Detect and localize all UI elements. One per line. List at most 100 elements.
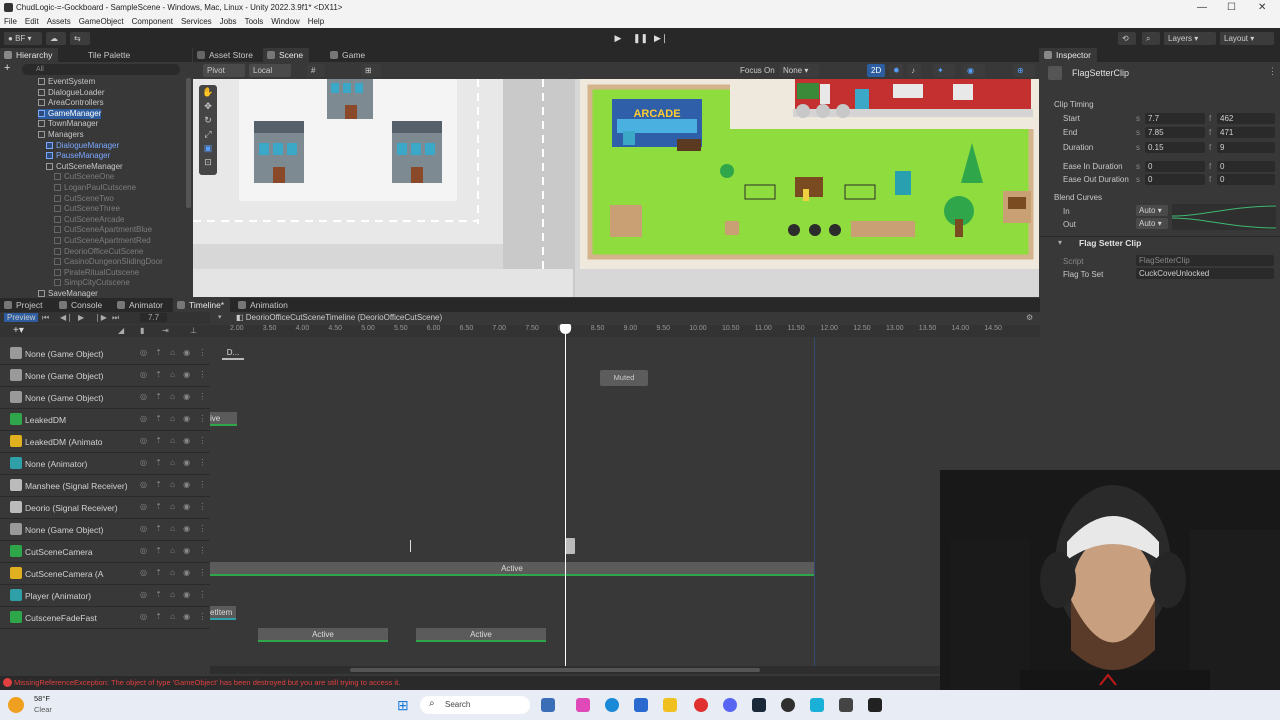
rotate-tool-icon[interactable]: ↻ bbox=[199, 113, 217, 127]
hierarchy-item[interactable]: DialogueLoader bbox=[38, 88, 105, 99]
collab-icon[interactable]: ⇆ bbox=[70, 32, 90, 45]
hand-tool-icon[interactable]: ✋ bbox=[199, 85, 217, 99]
minimize-icon[interactable]: — bbox=[1197, 0, 1207, 15]
track-controls-icon[interactable]: ◎ ⇡ ⌂ ◉ ⋮ bbox=[140, 546, 209, 555]
hierarchy-item[interactable]: CutSceneApartmentRed bbox=[54, 236, 151, 247]
tab-inspector[interactable]: Inspector bbox=[1040, 48, 1097, 62]
timeline-track[interactable]: CutSceneCamera (A ◎ ⇡ ⌂ ◉ ⋮ bbox=[0, 563, 210, 585]
clip-track1[interactable]: D... bbox=[222, 346, 244, 360]
playhead-handle[interactable] bbox=[560, 324, 571, 334]
ripple-icon[interactable]: ⇥ bbox=[162, 326, 169, 335]
menu-item-edit[interactable]: Edit bbox=[21, 15, 43, 28]
hierarchy-item[interactable]: PirateRitualCutscene bbox=[54, 268, 139, 279]
track-controls-icon[interactable]: ◎ ⇡ ⌂ ◉ ⋮ bbox=[140, 348, 209, 357]
play-button[interactable]: ▶ bbox=[611, 31, 625, 45]
timeline-track[interactable]: Deorio (Signal Receiver) ◎ ⇡ ⌂ ◉ ⋮ bbox=[0, 497, 210, 519]
hierarchy-item[interactable]: SimpCityCutscene bbox=[54, 278, 130, 289]
rect-tool-icon[interactable]: ▣ bbox=[199, 141, 217, 155]
visibility-icon[interactable]: ◉ bbox=[963, 64, 985, 77]
start-seconds-field[interactable]: 7.7 bbox=[1145, 113, 1205, 124]
tab-project[interactable]: Project bbox=[0, 298, 48, 312]
timeline-track[interactable]: None (Game Object) ◎ ⇡ ⌂ ◉ ⋮ bbox=[0, 365, 210, 387]
playhead-line[interactable] bbox=[565, 325, 566, 667]
menu-item-file[interactable]: File bbox=[0, 15, 21, 28]
timeline-scroll-thumb[interactable] bbox=[350, 668, 760, 672]
2d-toggle[interactable]: 2D bbox=[867, 64, 885, 77]
error-message[interactable]: MissingReferenceException: The object of… bbox=[14, 678, 400, 687]
timeline-track[interactable]: None (Game Object) ◎ ⇡ ⌂ ◉ ⋮ bbox=[0, 387, 210, 409]
step-button[interactable]: ▶❘ bbox=[654, 31, 668, 45]
windows-start-icon[interactable]: ⊞ bbox=[397, 697, 413, 713]
menu-item-component[interactable]: Component bbox=[128, 15, 177, 28]
in-curve-dropdown[interactable]: Auto ▾ bbox=[1136, 205, 1168, 216]
menu-item-gameobject[interactable]: GameObject bbox=[75, 15, 128, 28]
timeline-track[interactable]: CutsceneFadeFast ◎ ⇡ ⌂ ◉ ⋮ bbox=[0, 607, 210, 629]
snap-icon[interactable]: ⊞ bbox=[361, 64, 381, 77]
kebab-icon[interactable]: ⋮ bbox=[1268, 66, 1277, 77]
layout-dropdown[interactable]: Layout ▾ bbox=[1220, 32, 1274, 45]
widgets-icon[interactable] bbox=[541, 698, 555, 712]
timeline-track[interactable]: LeakedDM ◎ ⇡ ⌂ ◉ ⋮ bbox=[0, 409, 210, 431]
focus-on-dropdown[interactable]: None ▾ bbox=[779, 64, 819, 77]
menu-item-assets[interactable]: Assets bbox=[43, 15, 75, 28]
gizmos-icon[interactable]: ⊕ bbox=[1013, 64, 1035, 77]
clip-area[interactable]: D... Muted ive Active etItem Active Acti… bbox=[210, 324, 1040, 667]
marker-icon[interactable]: ⊥ bbox=[190, 326, 197, 335]
local-toggle[interactable]: Local bbox=[249, 64, 291, 77]
unity-hub-icon[interactable] bbox=[839, 698, 853, 712]
hierarchy-item[interactable]: DialogueManager bbox=[46, 141, 119, 152]
ease-in-frames-field[interactable]: 0 bbox=[1217, 161, 1275, 172]
goto-end-icon[interactable]: ⏭ bbox=[112, 313, 119, 323]
menu-item-help[interactable]: Help bbox=[304, 15, 328, 28]
hierarchy-item[interactable]: TownManager bbox=[38, 119, 98, 130]
timeline-track[interactable]: Manshee (Signal Receiver) ◎ ⇡ ⌂ ◉ ⋮ bbox=[0, 475, 210, 497]
hierarchy-item[interactable]: GameManager bbox=[38, 108, 102, 120]
tab-asset-store[interactable]: Asset Store bbox=[193, 48, 259, 62]
timeline-track[interactable]: None (Animator) ◎ ⇡ ⌂ ◉ ⋮ bbox=[0, 453, 210, 475]
tab-timeline[interactable]: Timeline* bbox=[173, 298, 231, 312]
hierarchy-item[interactable]: DeorioOfficeCutScene bbox=[54, 247, 143, 258]
weather-icon[interactable] bbox=[8, 697, 24, 713]
history-icon[interactable]: ⟲ bbox=[1118, 32, 1136, 45]
transform-tool-icon[interactable]: ⊡ bbox=[199, 155, 217, 169]
flag-setter-section-header[interactable]: ▾ Flag Setter Clip bbox=[1040, 236, 1280, 248]
move-tool-icon[interactable]: ✥ bbox=[199, 99, 217, 113]
timeline-track[interactable]: None (Game Object) ◎ ⇡ ⌂ ◉ ⋮ bbox=[0, 343, 210, 365]
search-icon[interactable]: ⌕ bbox=[1142, 32, 1160, 45]
hierarchy-item[interactable]: CutSceneThree bbox=[54, 204, 120, 215]
snap-to-grid-icon[interactable]: ▮ bbox=[140, 326, 144, 335]
next-frame-icon[interactable]: ❘▶ bbox=[94, 313, 107, 322]
track-controls-icon[interactable]: ◎ ⇡ ⌂ ◉ ⋮ bbox=[140, 524, 209, 533]
cloud-icon[interactable]: ☁ bbox=[46, 32, 66, 45]
effects-icon[interactable]: ✦ bbox=[933, 64, 955, 77]
flag-to-set-field[interactable]: CuckCoveUnlocked bbox=[1136, 268, 1274, 279]
flag-setter-clip[interactable] bbox=[565, 538, 575, 554]
add-track-icon[interactable]: +▾ bbox=[13, 325, 24, 336]
preview-toggle[interactable]: Preview bbox=[4, 313, 39, 322]
track-controls-icon[interactable]: ◎ ⇡ ⌂ ◉ ⋮ bbox=[140, 370, 209, 379]
out-curve-dropdown[interactable]: Auto ▾ bbox=[1136, 218, 1168, 229]
prev-frame-icon[interactable]: ◀❘ bbox=[60, 313, 73, 322]
taskbar-search-box[interactable]: ⌕ Search bbox=[420, 696, 530, 714]
hierarchy-item[interactable]: CutSceneTwo bbox=[54, 194, 114, 205]
menu-item-tools[interactable]: Tools bbox=[241, 15, 268, 28]
timeline-track[interactable]: CutSceneCamera ◎ ⇡ ⌂ ◉ ⋮ bbox=[0, 541, 210, 563]
menu-item-jobs[interactable]: Jobs bbox=[216, 15, 241, 28]
timeline-track[interactable]: LeakedDM (Animato ◎ ⇡ ⌂ ◉ ⋮ bbox=[0, 431, 210, 453]
add-icon[interactable]: + bbox=[4, 63, 14, 74]
track-controls-icon[interactable]: ◎ ⇡ ⌂ ◉ ⋮ bbox=[140, 502, 209, 511]
grid-icon[interactable]: # bbox=[307, 64, 325, 77]
tab-game[interactable]: Game bbox=[326, 48, 371, 62]
tab-hierarchy[interactable]: Hierarchy bbox=[0, 48, 59, 62]
frame-field[interactable]: 7.7 bbox=[140, 313, 168, 322]
clip-leakeddm[interactable]: ive bbox=[210, 412, 237, 426]
tab-console[interactable]: Console bbox=[55, 298, 108, 312]
scale-tool-icon[interactable]: ⤢ bbox=[199, 127, 217, 141]
hierarchy-item[interactable]: Managers bbox=[38, 130, 84, 141]
timeline-track[interactable]: Player (Animator) ◎ ⇡ ⌂ ◉ ⋮ bbox=[0, 585, 210, 607]
duration-seconds-field[interactable]: 0.15 bbox=[1145, 142, 1205, 153]
clip-player[interactable]: etItem bbox=[210, 606, 236, 620]
hierarchy-item[interactable]: CasinoDungeonSlidingDoor bbox=[54, 257, 163, 268]
pause-button[interactable]: ❚❚ bbox=[633, 31, 648, 45]
ease-in-seconds-field[interactable]: 0 bbox=[1145, 161, 1205, 172]
